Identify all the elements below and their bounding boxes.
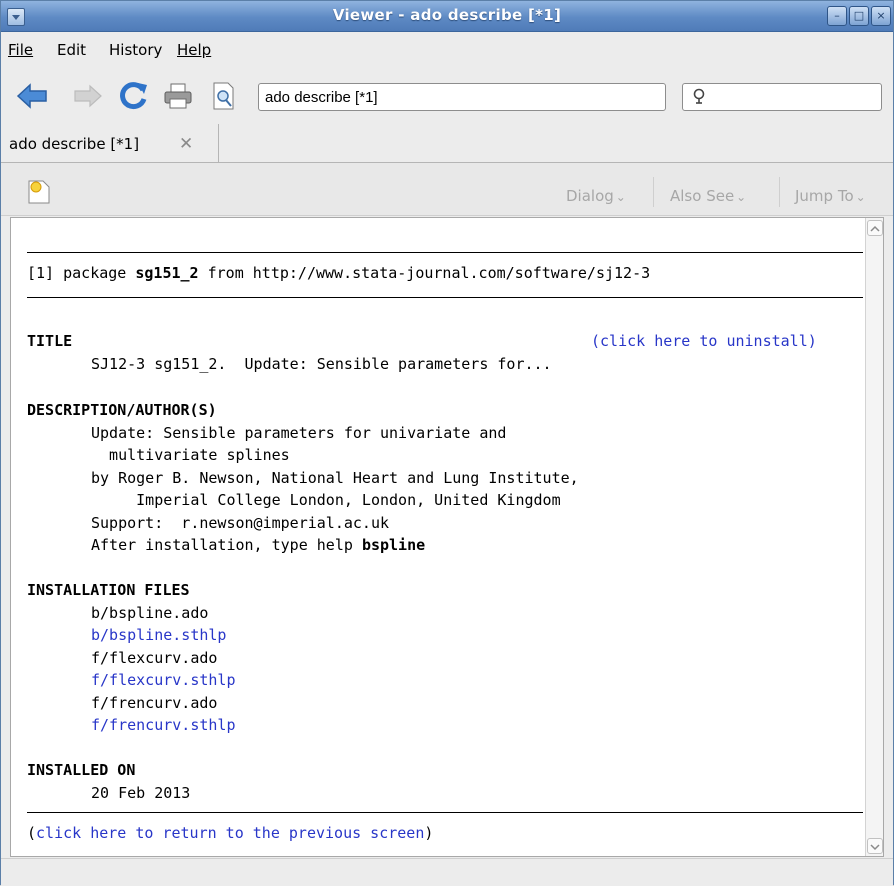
menu-file-label: File xyxy=(8,41,34,59)
package-prefix: [1] package xyxy=(27,264,136,282)
after-installation-line: After installation, type help bspline xyxy=(91,536,425,554)
address-input[interactable] xyxy=(258,83,666,111)
tab-label: ado describe [*1] xyxy=(9,135,140,153)
description-line: Update: Sensible parameters for univaria… xyxy=(91,424,507,442)
return-open-paren: ( xyxy=(27,824,37,842)
title-bar[interactable]: Viewer - ado describe [*1] – □ × xyxy=(1,1,893,32)
menu-history-label: History xyxy=(109,41,163,59)
maximize-icon[interactable]: □ xyxy=(849,6,869,26)
return-link[interactable]: click here to return to the previous scr… xyxy=(36,824,424,842)
new-viewer-icon[interactable] xyxy=(27,179,51,209)
divider xyxy=(27,297,863,298)
menu-edit[interactable]: Edit xyxy=(57,41,86,59)
chevron-down-icon: ⌄ xyxy=(615,190,626,204)
scroll-down-icon[interactable] xyxy=(867,838,883,854)
file-link[interactable]: f/frencurv.sthlp xyxy=(91,716,236,734)
forward-arrow-icon[interactable] xyxy=(71,79,105,113)
title-heading: TITLE xyxy=(27,332,73,350)
search-icon[interactable] xyxy=(693,88,707,110)
also-see-label: Also See xyxy=(670,187,735,205)
back-arrow-icon[interactable] xyxy=(15,79,49,113)
description-line: by Roger B. Newson, National Heart and L… xyxy=(91,469,579,487)
return-close-paren: ) xyxy=(424,824,434,842)
file-link[interactable]: b/bspline.sthlp xyxy=(91,626,226,644)
installed-date: 20 Feb 2013 xyxy=(91,784,191,802)
dialog-button[interactable]: Dialog ⌄ xyxy=(566,187,626,205)
installed-on-heading: INSTALLED ON xyxy=(27,761,136,779)
divider xyxy=(27,252,863,253)
description-line: multivariate splines xyxy=(91,446,290,464)
refresh-icon[interactable] xyxy=(117,79,151,113)
print-icon[interactable] xyxy=(161,79,195,113)
minimize-icon[interactable]: – xyxy=(827,6,847,26)
package-source: from http://www.stata-journal.com/softwa… xyxy=(198,264,651,282)
viewer-window: Viewer - ado describe [*1] – □ × File Ed… xyxy=(0,0,894,886)
after-installation-text: After installation, type help xyxy=(91,536,362,554)
toolbar-separator xyxy=(653,177,654,207)
tab-close-icon[interactable]: ✕ xyxy=(179,134,193,154)
tab-bar: ado describe [*1] ✕ xyxy=(1,124,893,163)
return-line: (click here to return to the previous sc… xyxy=(27,824,433,842)
help-command: bspline xyxy=(361,536,426,554)
viewer-content: [1] package sg151_2 from http://www.stat… xyxy=(10,217,884,857)
divider xyxy=(27,812,863,813)
menu-bar: File Edit History Help xyxy=(1,32,893,66)
also-see-button[interactable]: Also See ⌄ xyxy=(670,187,746,205)
toolbar-separator xyxy=(779,177,780,207)
chevron-down-icon: ⌄ xyxy=(855,190,866,204)
menu-help-label: Help xyxy=(177,41,212,59)
description-line: Imperial College London, London, United … xyxy=(91,491,561,509)
uninstall-link[interactable]: (click here to uninstall) xyxy=(591,332,817,350)
package-name: sg151_2 xyxy=(135,264,199,282)
menu-help[interactable]: Help xyxy=(177,41,211,59)
title-text: SJ12-3 sg151_2. Update: Sensible paramet… xyxy=(91,355,552,373)
find-document-icon[interactable] xyxy=(207,79,241,113)
menu-edit-label: Edit xyxy=(57,41,87,59)
file-entry: f/frencurv.ado xyxy=(91,694,218,712)
file-entry: b/bspline.ado xyxy=(91,604,209,622)
sub-toolbar xyxy=(1,163,893,216)
description-line: Support: r.newson@imperial.ac.uk xyxy=(91,514,390,532)
installation-files-heading: INSTALLATION FILES xyxy=(27,581,190,599)
dialog-label: Dialog xyxy=(566,187,614,205)
jump-to-label: Jump To xyxy=(795,187,854,205)
search-input[interactable] xyxy=(682,83,882,111)
scroll-up-icon[interactable] xyxy=(867,220,883,236)
status-bar xyxy=(1,858,893,886)
window-title: Viewer - ado describe [*1] xyxy=(332,6,562,24)
vertical-scrollbar[interactable] xyxy=(865,218,883,856)
description-heading: DESCRIPTION/AUTHOR(S) xyxy=(27,401,217,419)
tab-ado-describe[interactable]: ado describe [*1] ✕ xyxy=(1,124,219,162)
chevron-down-icon: ⌄ xyxy=(736,190,747,204)
menu-history[interactable]: History xyxy=(109,41,162,59)
main-toolbar xyxy=(1,67,893,123)
jump-to-button[interactable]: Jump To ⌄ xyxy=(795,187,866,205)
file-entry: f/flexcurv.ado xyxy=(91,649,218,667)
file-link[interactable]: f/flexcurv.sthlp xyxy=(91,671,236,689)
menu-file[interactable]: File xyxy=(8,41,33,59)
close-icon[interactable]: × xyxy=(871,6,891,26)
package-line: [1] package sg151_2 from http://www.stat… xyxy=(27,264,650,282)
